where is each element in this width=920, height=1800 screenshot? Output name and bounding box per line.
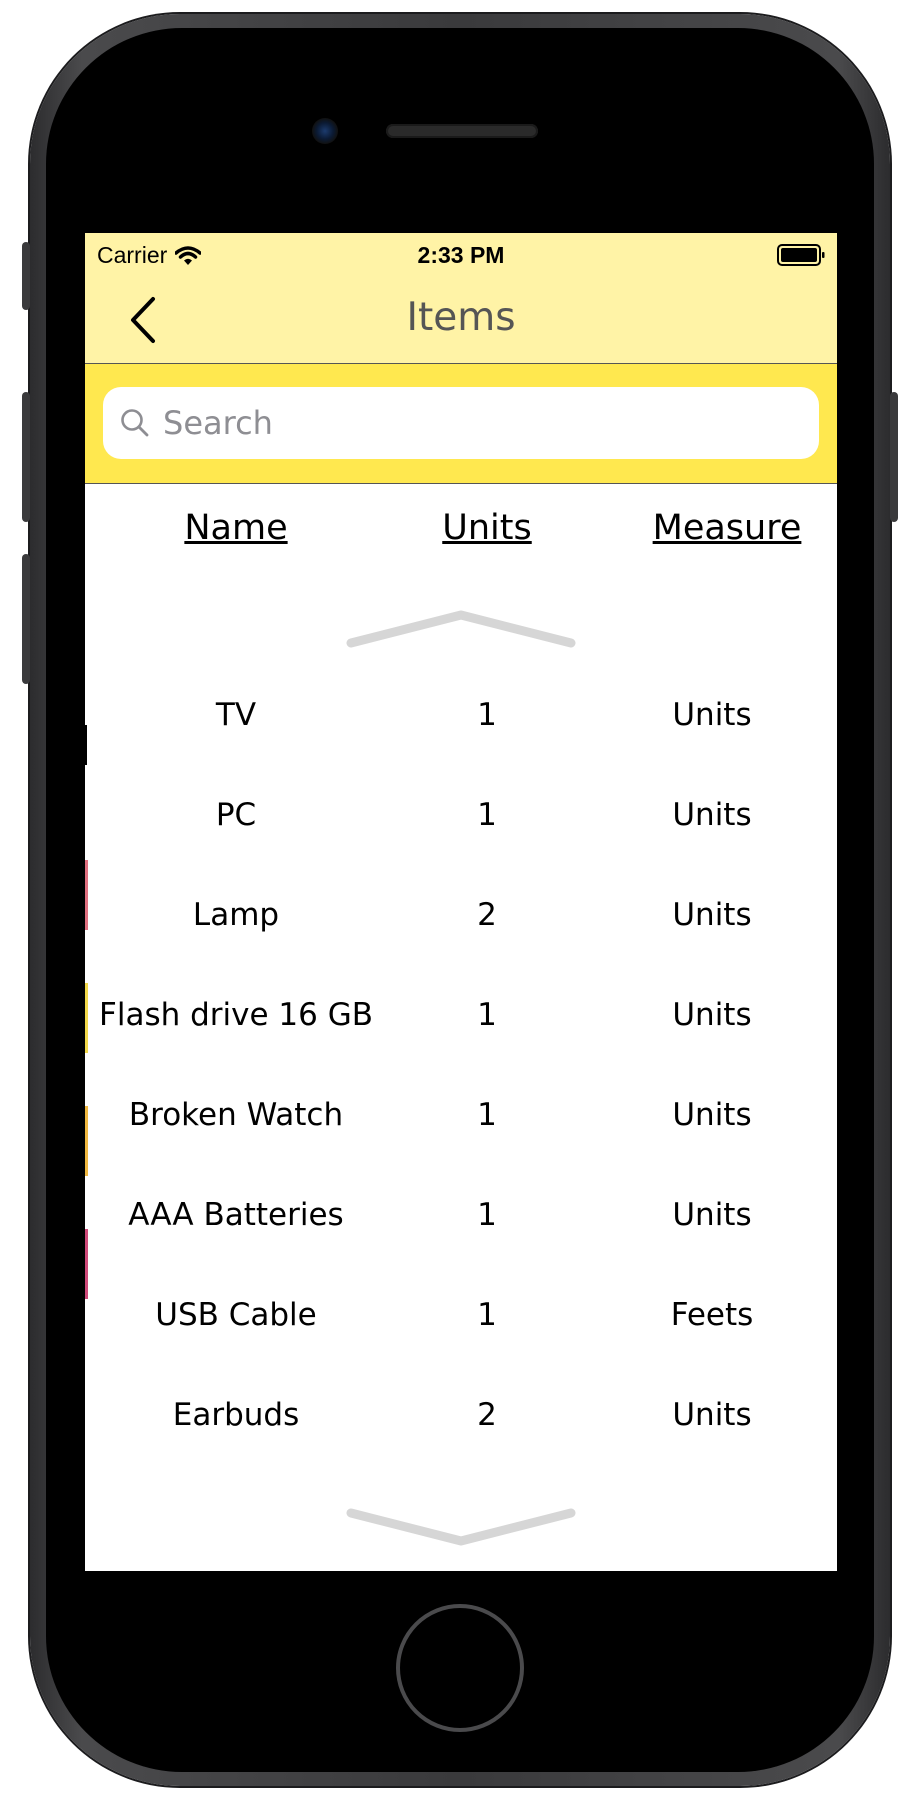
- cell-name: Earbuds: [172, 1397, 300, 1433]
- cell-measure: Units: [672, 1197, 752, 1233]
- cell-units: 1: [477, 1297, 497, 1333]
- cell-measure: Units: [672, 897, 752, 933]
- cell-units: 1: [477, 1097, 497, 1133]
- cell-units: 1: [477, 797, 497, 833]
- front-camera: [312, 118, 338, 144]
- cell-measure: Units: [672, 697, 752, 733]
- cell-name: AAA Batteries: [128, 1197, 344, 1233]
- mute-switch: [22, 242, 30, 310]
- volume-down-button: [22, 554, 30, 684]
- power-button: [890, 392, 898, 522]
- search-input[interactable]: [161, 403, 805, 443]
- status-bar: Carrier 2:33 PM: [85, 233, 837, 277]
- cell-name: USB Cable: [155, 1297, 317, 1333]
- table-row[interactable]: Broken Watch 1 Units: [85, 1067, 837, 1167]
- table-row[interactable]: TV 1 Units: [85, 667, 837, 767]
- home-button[interactable]: [396, 1604, 524, 1732]
- earpiece-speaker: [386, 124, 538, 138]
- cell-name: TV: [215, 697, 257, 733]
- cell-name: PC: [215, 797, 257, 833]
- cell-measure: Units: [672, 997, 752, 1033]
- column-header-units[interactable]: Units: [427, 508, 547, 548]
- cell-units: 2: [477, 1397, 497, 1433]
- cell-measure: Units: [672, 1397, 752, 1433]
- column-header-measure[interactable]: Measure: [632, 508, 822, 548]
- table-row[interactable]: Lamp 2 Units: [85, 867, 837, 967]
- search-bar: [85, 364, 837, 484]
- table-row[interactable]: AAA Batteries 1 Units: [85, 1167, 837, 1267]
- scroll-up-chevron-icon[interactable]: [345, 607, 577, 651]
- table-row[interactable]: USB Cable 1 Feets: [85, 1267, 837, 1367]
- volume-up-button: [22, 392, 30, 522]
- cell-measure: Feets: [670, 1297, 754, 1333]
- cell-units: 2: [477, 897, 497, 933]
- battery-icon: [777, 244, 825, 266]
- page-title: Items: [406, 295, 516, 340]
- table-row[interactable]: PC 1 Units: [85, 767, 837, 867]
- cell-measure: Units: [672, 1097, 752, 1133]
- cell-units: 1: [477, 997, 497, 1033]
- navigation-bar: Carrier 2:33 PM Items: [85, 233, 837, 364]
- cell-measure: Units: [672, 797, 752, 833]
- cell-name: Flash drive 16 GB: [99, 997, 373, 1033]
- cell-name: Lamp: [192, 897, 280, 933]
- cell-units: 1: [477, 697, 497, 733]
- cell-name: Broken Watch: [128, 1097, 344, 1133]
- table-row[interactable]: Flash drive 16 GB 1 Units: [85, 967, 837, 1067]
- magnifier-icon: [121, 409, 149, 437]
- app-screen: Carrier 2:33 PM Items Search Name Units …: [85, 233, 837, 1571]
- cell-units: 1: [477, 1197, 497, 1233]
- search-field[interactable]: [103, 387, 819, 459]
- status-time: 2:33 PM: [417, 242, 505, 268]
- table-row[interactable]: Earbuds 2 Units: [85, 1367, 837, 1467]
- column-header-name[interactable]: Name: [135, 508, 337, 548]
- scroll-down-chevron-icon[interactable]: [345, 1505, 577, 1549]
